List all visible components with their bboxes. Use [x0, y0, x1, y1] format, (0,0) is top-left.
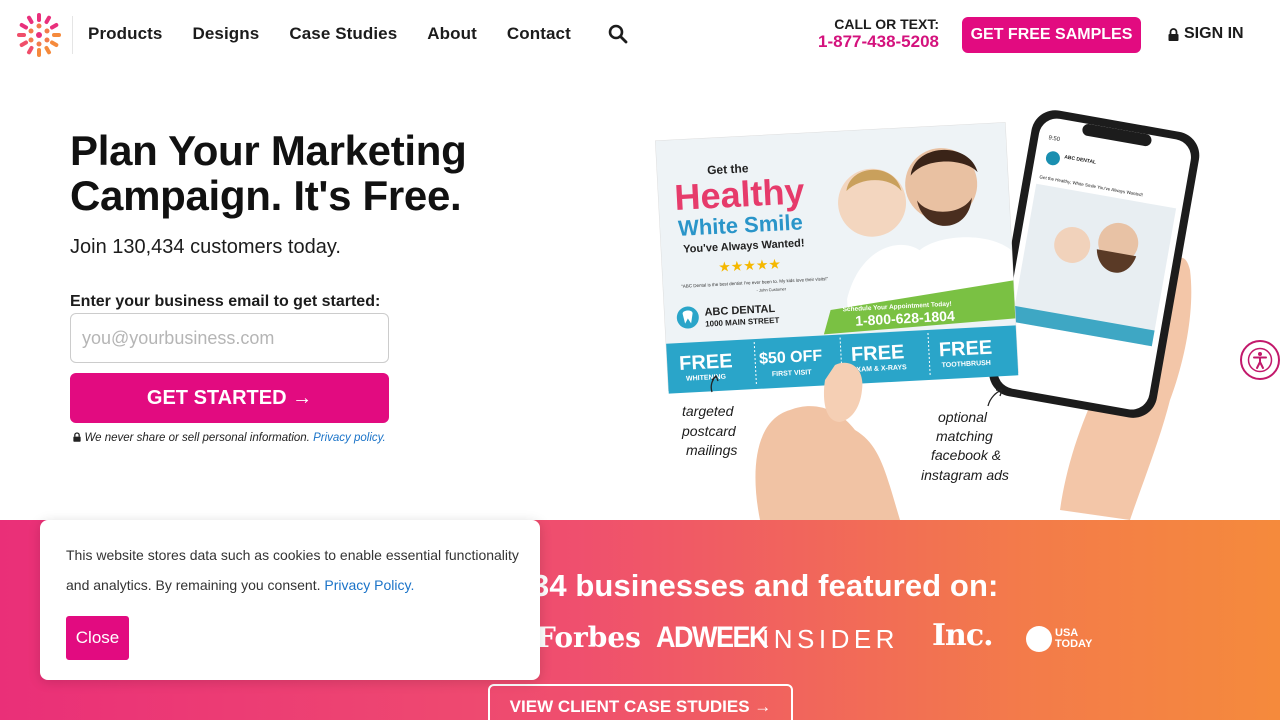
note-ads-3: facebook & — [931, 447, 1001, 463]
main-nav: Products Designs Case Studies About Cont… — [88, 24, 601, 44]
note-ads-1: optional — [938, 409, 988, 425]
email-field[interactable] — [70, 313, 389, 363]
offer-2-big: $50 OFF — [759, 348, 823, 368]
cookie-banner: This website stores data such as cookies… — [40, 520, 540, 680]
hero-title-line2: Campaign. It's Free. — [70, 172, 462, 219]
privacy-policy-link[interactable]: Privacy policy. — [313, 432, 386, 444]
note-postcard-3: mailings — [686, 442, 737, 458]
accessibility-button[interactable] — [1240, 340, 1280, 380]
hero-title: Plan Your Marketing Campaign. It's Free. — [70, 128, 550, 218]
call-label: CALL OR TEXT: — [834, 16, 939, 32]
phone-link[interactable]: 1-877-438-5208 — [790, 32, 939, 52]
get-started-button[interactable]: GET STARTED → — [70, 373, 389, 423]
nav-about[interactable]: About — [427, 24, 477, 44]
note-ads-4: instagram ads — [921, 467, 1009, 483]
nav-contact[interactable]: Contact — [507, 24, 571, 44]
cookie-close-button[interactable]: Close — [66, 616, 129, 660]
offer-4-big: FREE — [938, 337, 992, 362]
accessibility-icon — [1247, 347, 1273, 373]
header-divider — [72, 16, 73, 54]
inc-logo: Inc. — [932, 618, 994, 653]
offer-1-big: FREE — [679, 350, 733, 375]
site-header: Products Designs Case Studies About Cont… — [0, 0, 1280, 70]
lock-icon — [1168, 27, 1179, 41]
hero-postcard-illustration: 9:50 ABC DENTAL Get the Healthy, White S… — [655, 110, 1200, 520]
forbes-logo: Forbes — [536, 621, 641, 654]
note-postcard-2: postcard — [681, 423, 737, 439]
offer-3-big: FREE — [850, 341, 904, 366]
usa-today-dot-icon — [1026, 626, 1052, 652]
cookie-privacy-link[interactable]: Privacy Policy. — [324, 577, 414, 593]
cookie-message: This website stores data such as cookies… — [66, 547, 519, 593]
usa-today-text: USA TODAY — [1055, 627, 1093, 650]
nav-designs[interactable]: Designs — [192, 24, 259, 44]
search-icon[interactable] — [608, 24, 628, 44]
hero-title-line1: Plan Your Marketing — [70, 127, 467, 174]
postcard-stars: ★★★★★ — [718, 256, 782, 275]
sign-in-label: SIGN IN — [1184, 25, 1244, 42]
note-ads-2: matching — [936, 428, 993, 444]
adweek-logo: ADWEEK — [656, 620, 769, 654]
featured-title: 34 businesses and featured on: — [532, 568, 999, 603]
lock-icon — [73, 432, 81, 442]
logo-icon[interactable] — [14, 10, 64, 60]
get-free-samples-button[interactable]: GET FREE SAMPLES — [962, 17, 1141, 53]
privacy-note-text: We never share or sell personal informat… — [84, 432, 310, 444]
usa-today-logo: USA TODAY — [1026, 626, 1099, 652]
hero-subtitle: Join 130,434 customers today. — [70, 236, 341, 258]
note-postcard-1: targeted — [682, 403, 735, 419]
view-case-studies-button[interactable]: VIEW CLIENT CASE STUDIES → — [488, 684, 793, 728]
insider-logo: INSIDER — [762, 624, 899, 654]
email-label: Enter your business email to get started… — [70, 293, 381, 310]
sign-in-link[interactable]: SIGN IN — [1168, 25, 1244, 43]
privacy-note: We never share or sell personal informat… — [70, 430, 389, 447]
cookie-text: This website stores data such as cookies… — [66, 540, 526, 600]
nav-case-studies[interactable]: Case Studies — [289, 24, 397, 44]
nav-products[interactable]: Products — [88, 24, 162, 44]
